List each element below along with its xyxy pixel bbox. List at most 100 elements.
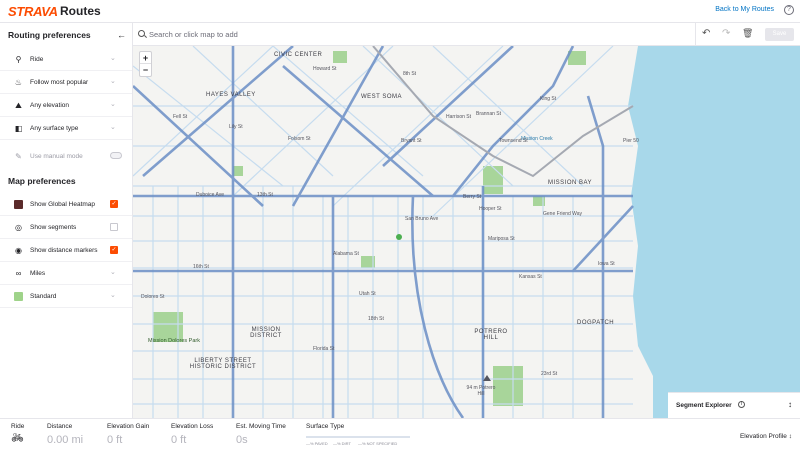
bike-icon: ⚲ xyxy=(15,55,22,64)
surface-legend-unspecified: —% NOT SPECIFIED xyxy=(358,441,398,446)
units-icon: ∞ xyxy=(15,269,22,278)
distance-markers-checkbox[interactable]: ✓ xyxy=(110,246,118,254)
moving-time-value: 0s xyxy=(236,434,248,446)
street-label: Brannan St xyxy=(476,111,502,117)
pref-row-elevation[interactable]: ⛰ Any elevation ⌄ xyxy=(0,94,132,117)
bay-water xyxy=(628,46,800,418)
expand-arrows-icon: ↕ xyxy=(788,433,792,440)
street-label: Utah St xyxy=(359,291,376,297)
street-label: Florida St xyxy=(313,346,335,352)
surface-type-bar xyxy=(306,436,410,438)
street-label: Harrison St xyxy=(446,114,472,120)
back-to-my-routes-link[interactable]: Back to My Routes xyxy=(715,6,774,13)
street-label: King St xyxy=(540,96,557,102)
pref-label: Any surface type xyxy=(30,125,79,132)
park-label: Mission Dolores Park xyxy=(148,338,200,344)
street-label: 18th St xyxy=(368,316,384,322)
chevron-down-icon: ⌄ xyxy=(110,124,116,131)
undo-icon[interactable]: ↶ xyxy=(702,28,710,39)
segment-icon: ◎ xyxy=(15,223,22,232)
street-label: Dolores St xyxy=(141,294,165,300)
park-area xyxy=(493,366,523,406)
street-label: Pier 50 xyxy=(623,138,639,144)
activity-label: Ride xyxy=(11,423,25,430)
app-title: Routes xyxy=(60,4,101,18)
activity-type[interactable]: Ride 🚲︎ xyxy=(11,423,24,444)
neighborhood-label: MISSION BAY xyxy=(548,180,593,186)
pref-label: Any elevation xyxy=(30,102,70,109)
pencil-icon: ✎ xyxy=(15,152,22,161)
heatmap-icon xyxy=(14,200,23,209)
street-label: 13th St xyxy=(257,192,273,198)
street-label: Townsend St xyxy=(499,138,528,144)
distance-stat: Distance 0.00 mi xyxy=(47,423,83,446)
elevation-gain-stat: Elevation Gain 0 ft xyxy=(107,423,149,446)
street-label: 23rd St xyxy=(541,371,558,377)
collapse-arrow-icon[interactable]: ← xyxy=(117,30,126,40)
segment-explorer-panel[interactable]: Segment Explorer i ↕ xyxy=(668,392,800,418)
pref-row-popularity[interactable]: ♨ Follow most popular ⌄ xyxy=(0,71,132,94)
search-input[interactable] xyxy=(149,27,689,42)
surface-legend-paved: —% PAVED xyxy=(306,441,328,446)
strava-logo[interactable]: STRAVA xyxy=(8,4,58,19)
neighborhood-label: POTRERO HILL xyxy=(474,329,508,341)
street-label: Bryant St xyxy=(401,138,422,144)
neighborhood-label: HAYES VALLEY xyxy=(206,92,256,98)
info-icon[interactable]: i xyxy=(738,401,745,408)
street-label: 8th St xyxy=(403,71,417,77)
pref-row-distance-markers[interactable]: ◉ Show distance markers ✓ xyxy=(0,239,132,262)
zoom-in-button[interactable]: + xyxy=(140,52,151,64)
pref-row-map-style[interactable]: Standard ⌄ xyxy=(0,285,132,308)
surface-type-stat: Surface Type xyxy=(306,423,344,430)
help-icon[interactable]: ? xyxy=(784,5,794,15)
park-area xyxy=(483,166,503,194)
pref-label: Show Global Heatmap xyxy=(30,201,96,208)
popularity-icon: ♨ xyxy=(14,78,23,87)
save-button[interactable]: Save xyxy=(765,28,794,41)
street-label: Alabama St xyxy=(333,251,359,257)
manual-mode-toggle[interactable] xyxy=(110,152,122,159)
street-label: San Bruno Ave xyxy=(405,216,439,222)
map-preferences-title: Map preferences xyxy=(8,176,76,186)
street-label: Hooper St xyxy=(479,206,502,212)
pref-row-manual-mode: ✎ Use manual mode xyxy=(0,145,132,168)
zoom-out-button[interactable]: − xyxy=(140,64,151,76)
segment-explorer-title: Segment Explorer xyxy=(676,402,732,409)
summit-label: 94 m Potrero Hill xyxy=(466,385,496,397)
pref-label: Follow most popular xyxy=(30,79,89,86)
sidebar: Routing preferences ← ⚲ Ride ⌄ ♨ Follow … xyxy=(0,23,133,418)
street-label: Lily St xyxy=(229,124,243,130)
heatmap-checkbox[interactable]: ✓ xyxy=(110,200,118,208)
street-label: Folsom St xyxy=(288,136,311,142)
pref-row-surface[interactable]: ◧ Any surface type ⌄ xyxy=(0,117,132,140)
route-map[interactable]: + − CIVIC CENTER HAYES VALLEY WEST SOMA … xyxy=(133,46,800,418)
surface-icon: ◧ xyxy=(14,124,23,133)
routing-preferences-title: Routing preferences xyxy=(8,30,91,40)
elevation-loss-label: Elevation Loss xyxy=(171,423,214,430)
chevron-down-icon: ⌄ xyxy=(110,292,116,299)
pref-row-units[interactable]: ∞ Miles ⌄ xyxy=(0,262,132,285)
expand-arrows-icon[interactable]: ↕ xyxy=(788,400,792,409)
delete-icon[interactable]: 🗑 xyxy=(742,28,753,39)
chevron-down-icon: ⌄ xyxy=(110,78,116,85)
neighborhood-label: MISSION DISTRICT xyxy=(250,327,282,339)
pref-label: Ride xyxy=(30,56,44,63)
pref-label: Show distance markers xyxy=(30,247,98,254)
pref-label: Use manual mode xyxy=(30,153,83,160)
pref-row-heatmap[interactable]: Show Global Heatmap ✓ xyxy=(0,193,132,216)
elevation-profile-toggle[interactable]: Elevation Profile ↕ xyxy=(740,433,792,440)
redo-icon[interactable]: ↷ xyxy=(722,28,730,39)
pref-row-ride[interactable]: ⚲ Ride ⌄ xyxy=(0,48,132,71)
elevation-icon: ⛰ xyxy=(15,101,22,110)
chevron-down-icon: ⌄ xyxy=(110,269,116,276)
distance-label: Distance xyxy=(47,423,73,430)
elevation-gain-label: Elevation Gain xyxy=(107,423,150,430)
street-label: Mariposa St xyxy=(488,236,515,242)
neighborhood-label: CIVIC CENTER xyxy=(274,52,323,58)
pref-row-segments[interactable]: ◎ Show segments xyxy=(0,216,132,239)
segments-checkbox[interactable] xyxy=(110,223,118,231)
elevation-loss-stat: Elevation Loss 0 ft xyxy=(171,423,213,446)
chevron-down-icon: ⌄ xyxy=(110,101,116,108)
surface-legend-dirt: —% DIRT xyxy=(333,441,351,446)
street-label: Duboice Ave xyxy=(196,192,224,198)
